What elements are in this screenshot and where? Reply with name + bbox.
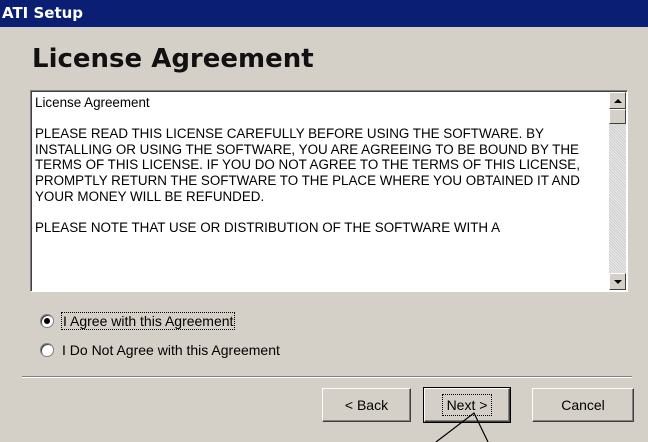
mouse-pointer-icon	[435, 412, 489, 442]
